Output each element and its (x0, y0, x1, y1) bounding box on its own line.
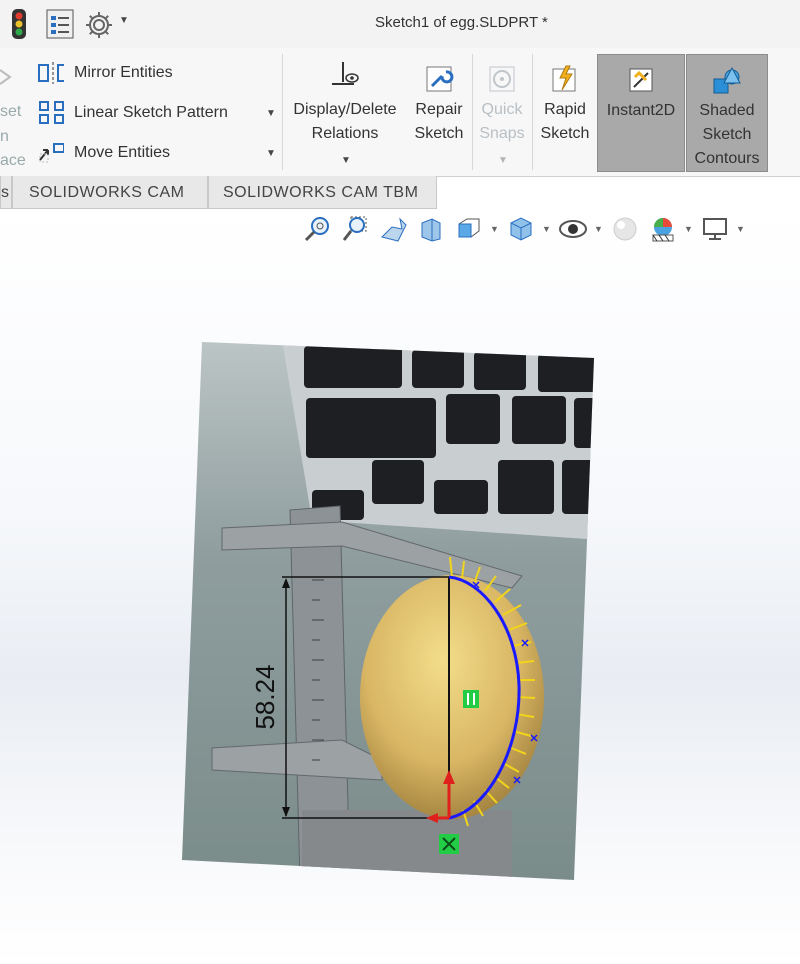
chevron-down-icon[interactable]: ▼ (736, 224, 746, 234)
cut-label: ace (0, 152, 26, 169)
heads-up-view-toolbar: ▼ ▼ ▼ ▼ ▼ (300, 214, 746, 244)
photo-content (182, 342, 594, 880)
rapid-sketch-icon (535, 54, 595, 94)
rapid-sketch-label-1: Rapid (544, 101, 586, 118)
repair-sketch-button[interactable]: Repair Sketch (408, 42, 470, 160)
instant2d-label: Instant2D (606, 102, 676, 119)
linear-sketch-pattern-button[interactable]: Linear Sketch Pattern (38, 101, 228, 124)
partial-icon (0, 68, 14, 91)
apply-scene-icon[interactable] (646, 214, 680, 244)
gear-dropdown-chevron-icon[interactable]: ▼ (119, 15, 129, 26)
mirror-entities-icon (38, 62, 64, 84)
gear-icon[interactable] (84, 10, 114, 45)
tab-solidworks-cam-tbm[interactable]: SOLIDWORKS CAM TBM (208, 176, 437, 209)
mirror-entities-label: Mirror Entities (74, 64, 173, 81)
display-delete-relations-label-1: Display/Delete (293, 101, 397, 118)
quick-snaps-label-1: Quick (481, 101, 523, 118)
quick-snaps-button[interactable]: Quick Snaps (474, 42, 530, 160)
previous-view-icon[interactable] (376, 214, 410, 244)
chevron-down-icon[interactable]: ▼ (684, 224, 694, 234)
rapid-sketch-button[interactable]: Rapid Sketch (535, 42, 595, 160)
shaded-sketch-contours-label-2: Sketch (702, 126, 752, 143)
rapid-sketch-label-2: Sketch (540, 125, 590, 142)
sketch-picture[interactable]: 58.24 (182, 340, 602, 890)
repair-sketch-label-1: Repair (415, 101, 463, 118)
move-entities-icon (38, 142, 64, 164)
chevron-down-icon[interactable]: ▼ (341, 155, 351, 166)
display-delete-relations-icon (286, 54, 404, 94)
instant2d-button[interactable]: Instant2D (597, 54, 685, 172)
cut-label: n (0, 128, 9, 145)
display-delete-relations-label-2: Relations (311, 125, 379, 142)
cut-label: set (0, 103, 22, 120)
display-style-icon[interactable] (504, 214, 538, 244)
chevron-down-icon[interactable]: ▼ (594, 224, 604, 234)
linear-sketch-pattern-label: Linear Sketch Pattern (74, 104, 228, 121)
chevron-down-icon[interactable]: ▼ (266, 148, 276, 159)
chevron-down-icon[interactable]: ▼ (490, 224, 500, 234)
tab-partial[interactable]: s (0, 176, 12, 209)
shaded-sketch-contours-label-1: Shaded (699, 102, 755, 119)
shaded-sketch-contours-label-3: Contours (694, 150, 760, 167)
shaded-sketch-contours-button[interactable]: Shaded Sketch Contours (686, 54, 768, 172)
chevron-down-icon[interactable]: ▼ (266, 108, 276, 119)
sketch-picture-canvas[interactable]: 58.24 (182, 340, 602, 885)
section-view-icon[interactable] (414, 214, 448, 244)
zoom-to-area-icon[interactable] (338, 214, 372, 244)
vertical-relation-icon[interactable] (463, 690, 479, 708)
move-entities-label: Move Entities (74, 144, 171, 161)
mirror-entities-button[interactable]: Mirror Entities (38, 62, 173, 84)
chevron-down-icon[interactable]: ▼ (498, 155, 508, 166)
ribbon-separator (282, 54, 283, 170)
ribbon-separator (532, 54, 533, 170)
ribbon-separator (472, 54, 473, 170)
command-manager-ribbon: set n ace Mirror Entities Linear Sketch … (0, 48, 800, 177)
zoom-to-fit-icon[interactable] (300, 214, 334, 244)
view-settings-icon[interactable] (698, 214, 732, 244)
hide-show-items-icon[interactable] (556, 214, 590, 244)
command-tabs: s SOLIDWORKS CAM SOLIDWORKS CAM TBM (0, 176, 437, 209)
linear-pattern-icon (38, 101, 64, 124)
document-list-icon[interactable] (46, 8, 74, 45)
shaded-sketch-contours-icon (687, 55, 767, 95)
repair-sketch-label-2: Sketch (414, 125, 464, 142)
move-entities-button[interactable]: Move Entities (38, 142, 170, 164)
instant2d-icon (598, 55, 684, 95)
quick-snaps-icon (474, 54, 530, 94)
window-title: Sketch1 of egg.SLDPRT * (375, 14, 548, 31)
tab-solidworks-cam[interactable]: SOLIDWORKS CAM (12, 176, 208, 209)
traffic-light-icon[interactable] (10, 8, 28, 45)
chevron-down-icon[interactable]: ▼ (542, 224, 552, 234)
dimension-value[interactable]: 58.24 (250, 664, 280, 729)
display-delete-relations-button[interactable]: Display/Delete Relations (286, 42, 404, 160)
repair-sketch-icon (408, 54, 470, 94)
view-orientation-icon[interactable] (452, 214, 486, 244)
edit-appearance-icon[interactable] (608, 214, 642, 244)
quick-snaps-label-2: Snaps (479, 125, 525, 142)
